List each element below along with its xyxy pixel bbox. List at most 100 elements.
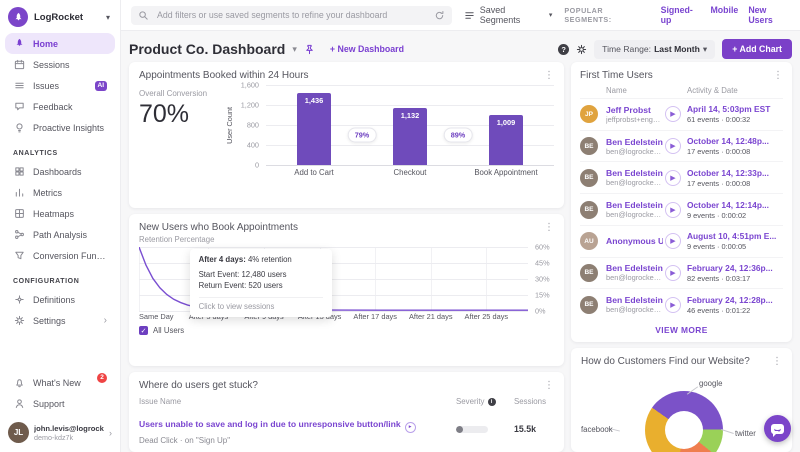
funnel-bar-cell: 1,132 [362,85,458,165]
list-icon [464,10,475,21]
sidebar-item-definitions[interactable]: Definitions [5,289,115,310]
new-dashboard-button[interactable]: + New Dashboard [330,44,404,54]
user-email: ben@logrocket.com [606,210,663,220]
user-name[interactable]: Ben Edelstein [606,168,663,178]
user-row[interactable]: BE Ben Edelstein ben@logrocket.com ▶ Oct… [580,129,783,162]
view-more-link[interactable]: VIEW MORE [580,320,783,338]
search-bar [131,5,452,25]
funnel-bar-book-appointment[interactable]: 1,009 [489,114,523,165]
sidebar-item-feedback[interactable]: Feedback [5,96,115,117]
user-name[interactable]: Ben Edelstein [606,200,663,210]
issue-link[interactable]: Users unable to save and log in due to u… [139,419,401,429]
sidebar-item-heatmaps[interactable]: Heatmaps [5,203,115,224]
speech-icon [13,101,25,112]
play-session-button[interactable]: ▶ [665,169,681,186]
sidebar-nav-main: Home Sessions Issues AI Feedback Proacti… [0,33,120,138]
user-name[interactable]: Anonymous User [606,236,663,246]
avatar: BE [580,137,598,156]
sidebar-item-sessions[interactable]: Sessions [5,54,115,75]
play-session-button[interactable]: ▶ [665,201,681,218]
kebab-menu-icon[interactable]: ⋮ [773,70,783,81]
sidebar-item-issues[interactable]: Issues AI [5,75,115,96]
kebab-menu-icon[interactable]: ⋮ [544,380,554,391]
calendar-icon [13,59,25,70]
play-session-button[interactable]: ▶ [665,264,681,281]
session-date[interactable]: February 24, 12:36p... [687,263,783,273]
sidebar-nav-configuration: Definitions Settings › [0,289,120,331]
sidebar-item-proactive-insights[interactable]: Proactive Insights [5,117,115,138]
play-session-button[interactable]: ▶ [665,138,681,155]
conversion-badge: 79% [347,127,377,143]
popular-segment-mobile[interactable]: Mobile [710,5,738,25]
help-icon[interactable]: ? [558,43,570,55]
pin-icon[interactable] [304,44,315,55]
donut-chart[interactable] [645,391,723,452]
user-email: jeffprobst+eng@gmail.com [606,114,663,124]
sidebar: LogRocket ▾ Home Sessions Issues AI Feed… [0,0,121,452]
chevron-down-icon[interactable]: ▾ [292,44,297,55]
play-session-button[interactable]: ▶ [665,296,681,313]
saved-segments-dropdown[interactable]: Saved Segments ▾ [464,5,553,25]
chat-widget-button[interactable] [764,415,791,442]
session-date[interactable]: October 14, 12:14p... [687,200,783,210]
user-name[interactable]: Ben Edelstein [606,295,663,305]
search-input[interactable] [155,9,428,21]
page-title[interactable]: Product Co. Dashboard [129,41,285,57]
legend-all-users[interactable]: ✓ All Users [139,326,554,335]
sidebar-item-whats-new[interactable]: What's New 2 [5,372,115,393]
chevron-down-icon: ▾ [548,12,553,19]
popular-segment-signed-up[interactable]: Signed-up [661,5,701,25]
configuration-section-label: CONFIGURATION [13,278,80,285]
sidebar-item-dashboards[interactable]: Dashboards [5,161,115,182]
sidebar-item-settings[interactable]: Settings › [5,310,115,331]
refresh-icon[interactable] [434,10,445,21]
user-row[interactable]: BE Ben Edelstein ben@logrocket.com ▶ Oct… [580,161,783,193]
session-date[interactable]: October 14, 12:33p... [687,168,783,178]
funnel-bar-checkout[interactable]: 1,132 [393,108,427,165]
funnel-bar-cell: 1,009 [458,85,554,165]
traffic-sources-card: How do Customers Find our Website? ⋮ goo… [571,348,792,452]
funnel-bar-add-to-cart[interactable]: 1,436 [297,93,331,165]
play-session-button[interactable]: ▶ [665,106,681,123]
info-icon[interactable]: i [487,397,496,406]
bars-icon [13,187,25,198]
user-name[interactable]: Jeff Probst [606,105,663,115]
user-row[interactable]: AU Anonymous User ▶ August 10, 4:51pm E.… [580,224,783,257]
kebab-menu-icon[interactable]: ⋮ [544,70,554,81]
retention-chart-title: New Users who Book Appointments [139,222,298,233]
sidebar-item-path-analysis[interactable]: Path Analysis [5,224,115,245]
dashboard-content: Product Co. Dashboard ▾ + New Dashboard … [121,31,800,452]
checkbox-checked-icon[interactable]: ✓ [139,326,148,335]
kebab-menu-icon[interactable]: ⋮ [772,356,782,367]
sidebar-item-support[interactable]: Support [5,393,115,414]
first-time-users-card: First Time Users ⋮ Name Activity & Date … [571,62,792,342]
session-date[interactable]: August 10, 4:51pm E... [687,231,783,241]
notification-badge: 2 [97,372,107,383]
sidebar-item-metrics[interactable]: Metrics [5,182,115,203]
popular-segment-new-users[interactable]: New Users [748,5,790,25]
sidebar-item-label: Sessions [33,59,70,70]
overall-conversion-label: Overall Conversion [139,89,208,98]
kebab-menu-icon[interactable]: ⋮ [544,222,554,233]
play-session-button[interactable]: ▶ [665,233,681,250]
play-icon[interactable]: ▸ [404,421,416,433]
user-name[interactable]: Ben Edelstein [606,263,663,273]
add-chart-button[interactable]: + Add Chart [722,39,792,59]
donut-card-title: How do Customers Find our Website? [581,356,750,367]
sidebar-item-conversion-funnels[interactable]: Conversion Funnels [5,245,115,266]
session-date[interactable]: October 14, 12:48p... [687,136,783,146]
sidebar-item-home[interactable]: Home [5,33,115,54]
session-date[interactable]: February 24, 12:28p... [687,295,783,305]
user-row[interactable]: BE Ben Edelstein ben@logrocket.com ▶ Feb… [580,256,783,289]
session-date[interactable]: April 14, 5:03pm EST [687,104,783,114]
user-menu[interactable]: JL john.levis@logrocket.co... demo-kdz7k… [0,414,120,452]
user-row[interactable]: JP Jeff Probst jeffprobst+eng@gmail.com … [580,98,783,130]
tooltip-view-sessions[interactable]: Click to view sessions [198,296,323,311]
user-name[interactable]: Ben Edelstein [606,137,663,147]
time-range-dropdown[interactable]: Time Range: Last Month ▾ [594,39,716,59]
user-row[interactable]: BE Ben Edelstein ben@logrocket.com ▶ Oct… [580,193,783,225]
gear-icon[interactable] [576,44,587,55]
retention-line-chart[interactable]: After 4 days: 4% retention Start Event: … [139,247,528,317]
user-row[interactable]: BE Ben Edelstein ben@logrocket.com ▶ Feb… [580,288,783,320]
workspace-switcher[interactable]: LogRocket ▾ [0,0,120,33]
